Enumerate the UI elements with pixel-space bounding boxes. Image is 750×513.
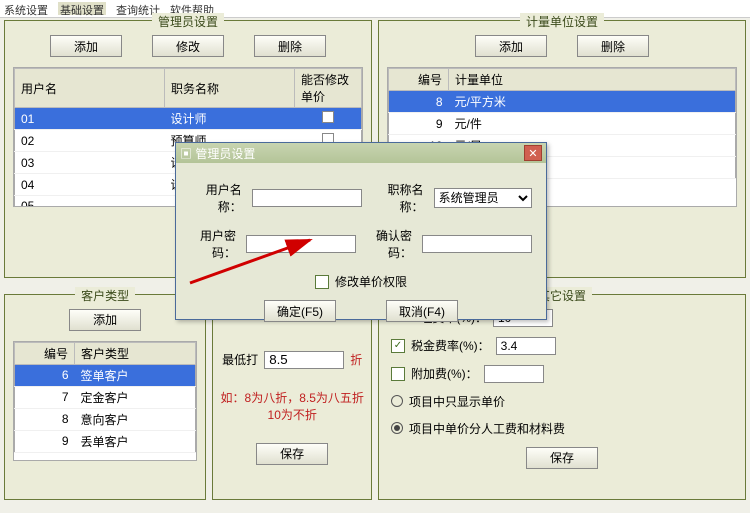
col-name[interactable]: 客户类型 — [75, 342, 196, 364]
delete-button[interactable]: 删除 — [254, 35, 326, 57]
dialog-admin-edit: ▣ 管理员设置 ✕ 用户名称： 职称名称： 系统管理员 用户密码： 确认密码： … — [175, 142, 547, 320]
table-row[interactable]: 7定金客户 — [15, 386, 196, 408]
save-button[interactable]: 保存 — [526, 447, 598, 469]
menu-item[interactable]: 系统设置 — [4, 2, 48, 15]
tax-rate-input[interactable] — [496, 337, 556, 355]
password-input[interactable] — [246, 235, 356, 253]
zhe-label: 折 — [350, 351, 362, 368]
username-label: 用户名称： — [190, 181, 242, 215]
close-icon[interactable]: ✕ — [524, 145, 542, 161]
discount-hint: 如：8为八折，8.5为八五折 10为不折 — [219, 389, 365, 423]
col-name[interactable]: 计量单位 — [449, 69, 736, 91]
edit-button[interactable]: 修改 — [152, 35, 224, 57]
table-row[interactable]: 6签单客户 — [15, 364, 196, 386]
tax-rate-label: 税金费率(%)： — [411, 337, 490, 354]
panel-title: 客户类型 — [75, 287, 135, 304]
min-discount-label: 最低打 — [222, 351, 258, 368]
row-checkbox[interactable] — [322, 111, 334, 123]
add-button[interactable]: 添加 — [50, 35, 122, 57]
tax-checkbox[interactable]: ✓ — [391, 339, 405, 353]
password-label: 用户密码： — [190, 227, 236, 261]
panel-title: 管理员设置 — [152, 13, 224, 30]
delete-button[interactable]: 删除 — [577, 35, 649, 57]
surcharge-label: 附加费(%)： — [411, 365, 478, 382]
radio-label: 项目中只显示单价 — [409, 393, 505, 410]
col-role[interactable]: 职务名称 — [165, 69, 295, 108]
panel-title: 计量单位设置 — [520, 13, 604, 30]
radio-split-price[interactable] — [391, 422, 403, 434]
menu-item[interactable]: 基础设置 — [58, 2, 106, 15]
username-input[interactable] — [252, 189, 362, 207]
password2-input[interactable] — [422, 235, 532, 253]
cancel-button[interactable]: 取消(F4) — [386, 300, 458, 322]
min-discount-input[interactable] — [264, 351, 344, 369]
table-row[interactable]: 9元/件 — [389, 113, 736, 135]
col-id[interactable]: 编号 — [15, 342, 75, 364]
role-label: 职称名称： — [372, 181, 424, 215]
ok-button[interactable]: 确定(F5) — [264, 300, 336, 322]
col-chk[interactable]: 能否修改单价 — [295, 69, 362, 108]
col-user[interactable]: 用户名 — [15, 69, 165, 108]
menubar: 系统设置 基础设置 查询统计 软件帮助 — [0, 0, 750, 18]
role-select[interactable]: 系统管理员 — [434, 188, 532, 208]
edit-price-checkbox[interactable] — [315, 275, 329, 289]
cust-table[interactable]: 编号 客户类型 6签单客户7定金客户8意向客户9丢单客户 — [14, 342, 196, 453]
table-row[interactable]: 9丢单客户 — [15, 430, 196, 452]
surcharge-input[interactable] — [484, 365, 544, 383]
surcharge-checkbox[interactable] — [391, 367, 405, 381]
radio-price-only[interactable] — [391, 395, 403, 407]
add-button[interactable]: 添加 — [475, 35, 547, 57]
add-button[interactable]: 添加 — [69, 309, 141, 331]
table-row[interactable]: 8意向客户 — [15, 408, 196, 430]
dialog-title: ▣ 管理员设置 — [180, 145, 255, 162]
password2-label: 确认密码： — [366, 227, 412, 261]
edit-price-label: 修改单价权限 — [335, 273, 407, 290]
save-button[interactable]: 保存 — [256, 443, 328, 465]
table-row[interactable]: 01设计师 — [15, 108, 362, 130]
table-row[interactable]: 8元/平方米 — [389, 91, 736, 113]
radio-label: 项目中单价分人工费和材料费 — [409, 420, 565, 437]
col-id[interactable]: 编号 — [389, 69, 449, 91]
